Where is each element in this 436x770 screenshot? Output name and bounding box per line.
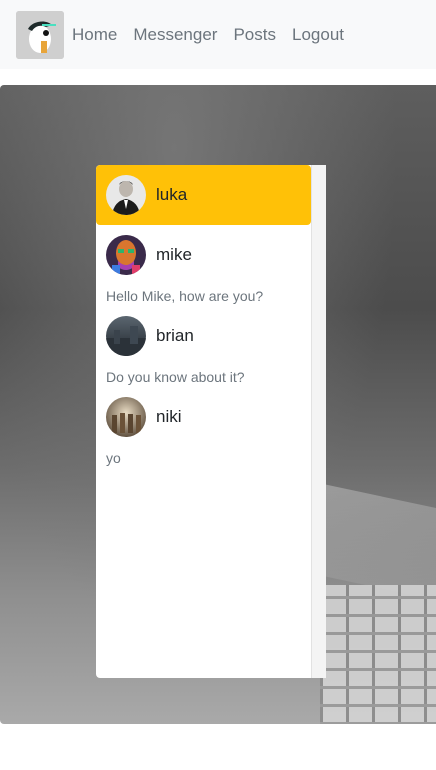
- avatar: [106, 235, 146, 275]
- chat-name: luka: [156, 185, 188, 204]
- chat-item-niki[interactable]: niki yo: [96, 387, 311, 468]
- avatar: [106, 316, 146, 356]
- chat-name: niki: [156, 407, 182, 426]
- app-logo-icon[interactable]: [16, 10, 64, 59]
- chat-list: luka mike Hello Mike, how are you? brian…: [96, 165, 311, 678]
- chat-name: brian: [156, 326, 194, 345]
- avatar: [106, 397, 146, 437]
- chat-preview: Do you know about it?: [106, 369, 245, 385]
- chat-preview: Hello Mike, how are you?: [106, 288, 264, 304]
- chat-item-brian[interactable]: brian Do you know about it?: [96, 306, 311, 387]
- nav-messenger-link[interactable]: Messenger: [133, 25, 217, 45]
- background-keyboard-image: [320, 585, 436, 724]
- nav-home-link[interactable]: Home: [72, 25, 117, 45]
- nav-logout-link[interactable]: Logout: [292, 25, 344, 45]
- nav-posts-link[interactable]: Posts: [233, 25, 276, 45]
- chat-name: mike: [156, 245, 192, 264]
- chat-preview: yo: [106, 450, 121, 466]
- avatar: [106, 175, 146, 215]
- chat-item-luka[interactable]: luka: [96, 165, 311, 225]
- chat-item-mike[interactable]: mike Hello Mike, how are you?: [96, 225, 311, 306]
- chat-panel: luka mike Hello Mike, how are you? brian…: [96, 165, 326, 678]
- chat-panel-divider: [311, 165, 326, 678]
- top-navbar: Home Messenger Posts Logout: [0, 0, 436, 69]
